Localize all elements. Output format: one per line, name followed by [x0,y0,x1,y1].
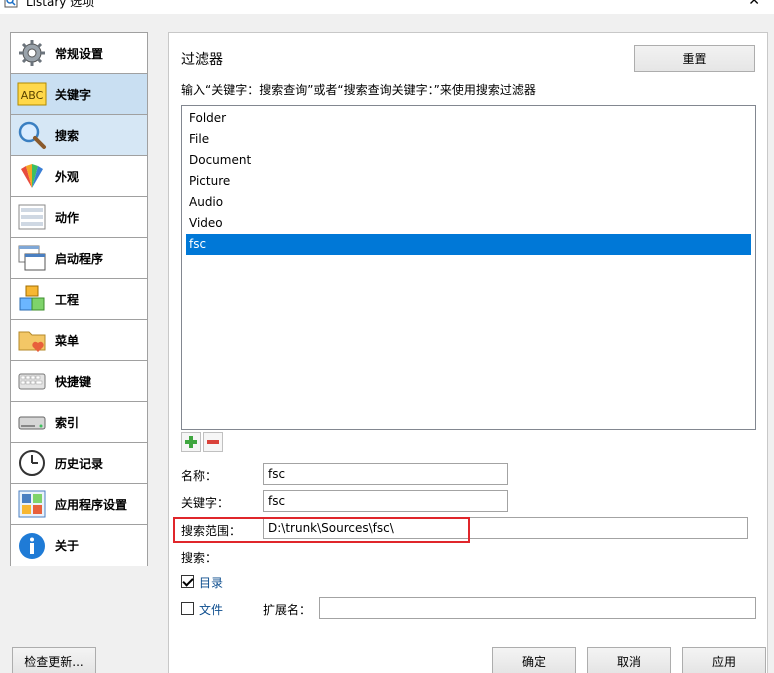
sidebar-item-search[interactable]: 搜索 [11,115,147,156]
plus-icon [185,436,197,448]
remove-filter-button[interactable] [203,432,223,452]
palette-icon [21,164,43,188]
list-item-selected[interactable]: fsc [186,234,751,255]
sidebar-item-label: 索引 [55,415,80,430]
check-update-button[interactable]: 检查更新... [12,647,96,673]
cubes-icon [19,285,45,311]
svg-text:ABC: ABC [21,89,44,102]
keyword-label: 关键字： [181,496,230,510]
sidebar-item-projects[interactable]: 工程 [11,279,147,320]
sidebar-item-label: 常规设置 [55,46,104,61]
magnifier-icon [18,121,46,149]
sidebar-item-actions[interactable]: 动作 [11,197,147,238]
app-grid-icon [18,490,46,518]
drive-icon [18,416,46,430]
sidebar-item-label: 动作 [55,210,80,225]
sidebar-item-label: 启动程序 [55,251,104,266]
close-window-button[interactable]: ✕ [748,0,760,8]
sidebar-item-appearance[interactable]: 外观 [11,156,147,197]
sidebar-item-general[interactable]: 常规设置 [11,33,147,74]
sidebar-item-launcher[interactable]: 启动程序 [11,238,147,279]
list-item[interactable]: Folder [186,108,751,129]
sidebar-item-label: 关于 [55,539,80,553]
sidebar-item-label: 外观 [55,169,80,184]
list-item[interactable]: Audio [186,192,751,213]
directory-label[interactable]: 目录 [199,574,223,591]
file-label[interactable]: 文件 [199,601,223,618]
clock-icon [19,450,45,476]
window-title: Listary 选项 [26,0,95,9]
windows-stack-icon [18,245,46,271]
sidebar-item-label: 历史记录 [55,456,104,471]
section-title: 过滤器 [181,52,223,68]
sidebar-item-menu[interactable]: 菜单 [11,320,147,361]
folder-heart-icon [18,331,46,352]
filter-hint-text: 输入“关键字：搜索查询”或者“搜索查询关键字：”来使用搜索过滤器 [181,83,536,97]
add-filter-button[interactable] [181,432,201,452]
info-icon [19,532,45,559]
search-scope-label: 搜索范围： [181,524,242,538]
sidebar-item-label: 快捷键 [55,374,92,389]
search-scope-field[interactable] [263,517,748,539]
cancel-button[interactable]: 取消 [587,647,671,673]
filter-list[interactable]: Folder File Document Picture Audio Video… [181,105,756,430]
sidebar-item-label: 关键字 [55,87,92,102]
search-type-label: 搜索： [181,551,218,565]
sidebar-item-keywords[interactable]: ABC 关键字 [11,74,147,115]
minus-icon [207,440,219,444]
actions-list-icon [18,204,46,230]
extension-field[interactable] [319,597,756,619]
list-item[interactable]: File [186,129,751,150]
keyword-field[interactable] [263,490,508,512]
reset-button[interactable]: 重置 [634,45,755,72]
settings-sidebar: 常规设置 ABC 关键字 搜索 外观 动作 启动程序 工程 菜单 快捷键 索引 … [10,32,148,566]
extension-label: 扩展名： [263,603,312,617]
gear-icon [19,40,45,66]
file-checkbox[interactable] [181,602,194,615]
sidebar-item-index[interactable]: 索引 [11,402,147,443]
sidebar-item-label: 应用程序设置 [55,497,128,512]
keywords-panel: 过滤器 重置 输入“关键字：搜索查询”或者“搜索查询关键字：”来使用搜索过滤器 … [168,32,768,673]
list-item[interactable]: Document [186,150,751,171]
name-label: 名称： [181,469,218,483]
name-field[interactable] [263,463,508,485]
sidebar-item-hotkeys[interactable]: 快捷键 [11,361,147,402]
listary-app-icon [4,0,18,8]
list-item[interactable]: Picture [186,171,751,192]
sidebar-item-label: 工程 [55,292,80,307]
directory-checkbox[interactable] [181,575,194,588]
sidebar-item-app-settings[interactable]: 应用程序设置 [11,484,147,525]
list-item[interactable]: Video [186,213,751,234]
sidebar-item-history[interactable]: 历史记录 [11,443,147,484]
sidebar-item-label: 菜单 [55,333,80,348]
abc-icon: ABC [17,82,47,106]
ok-button[interactable]: 确定 [492,647,576,673]
title-bar: Listary 选项 ✕ [0,0,774,14]
sidebar-item-about[interactable]: 关于 [11,525,147,566]
keyboard-icon [18,373,46,390]
apply-button[interactable]: 应用 [682,647,766,673]
sidebar-item-label: 搜索 [55,128,80,143]
